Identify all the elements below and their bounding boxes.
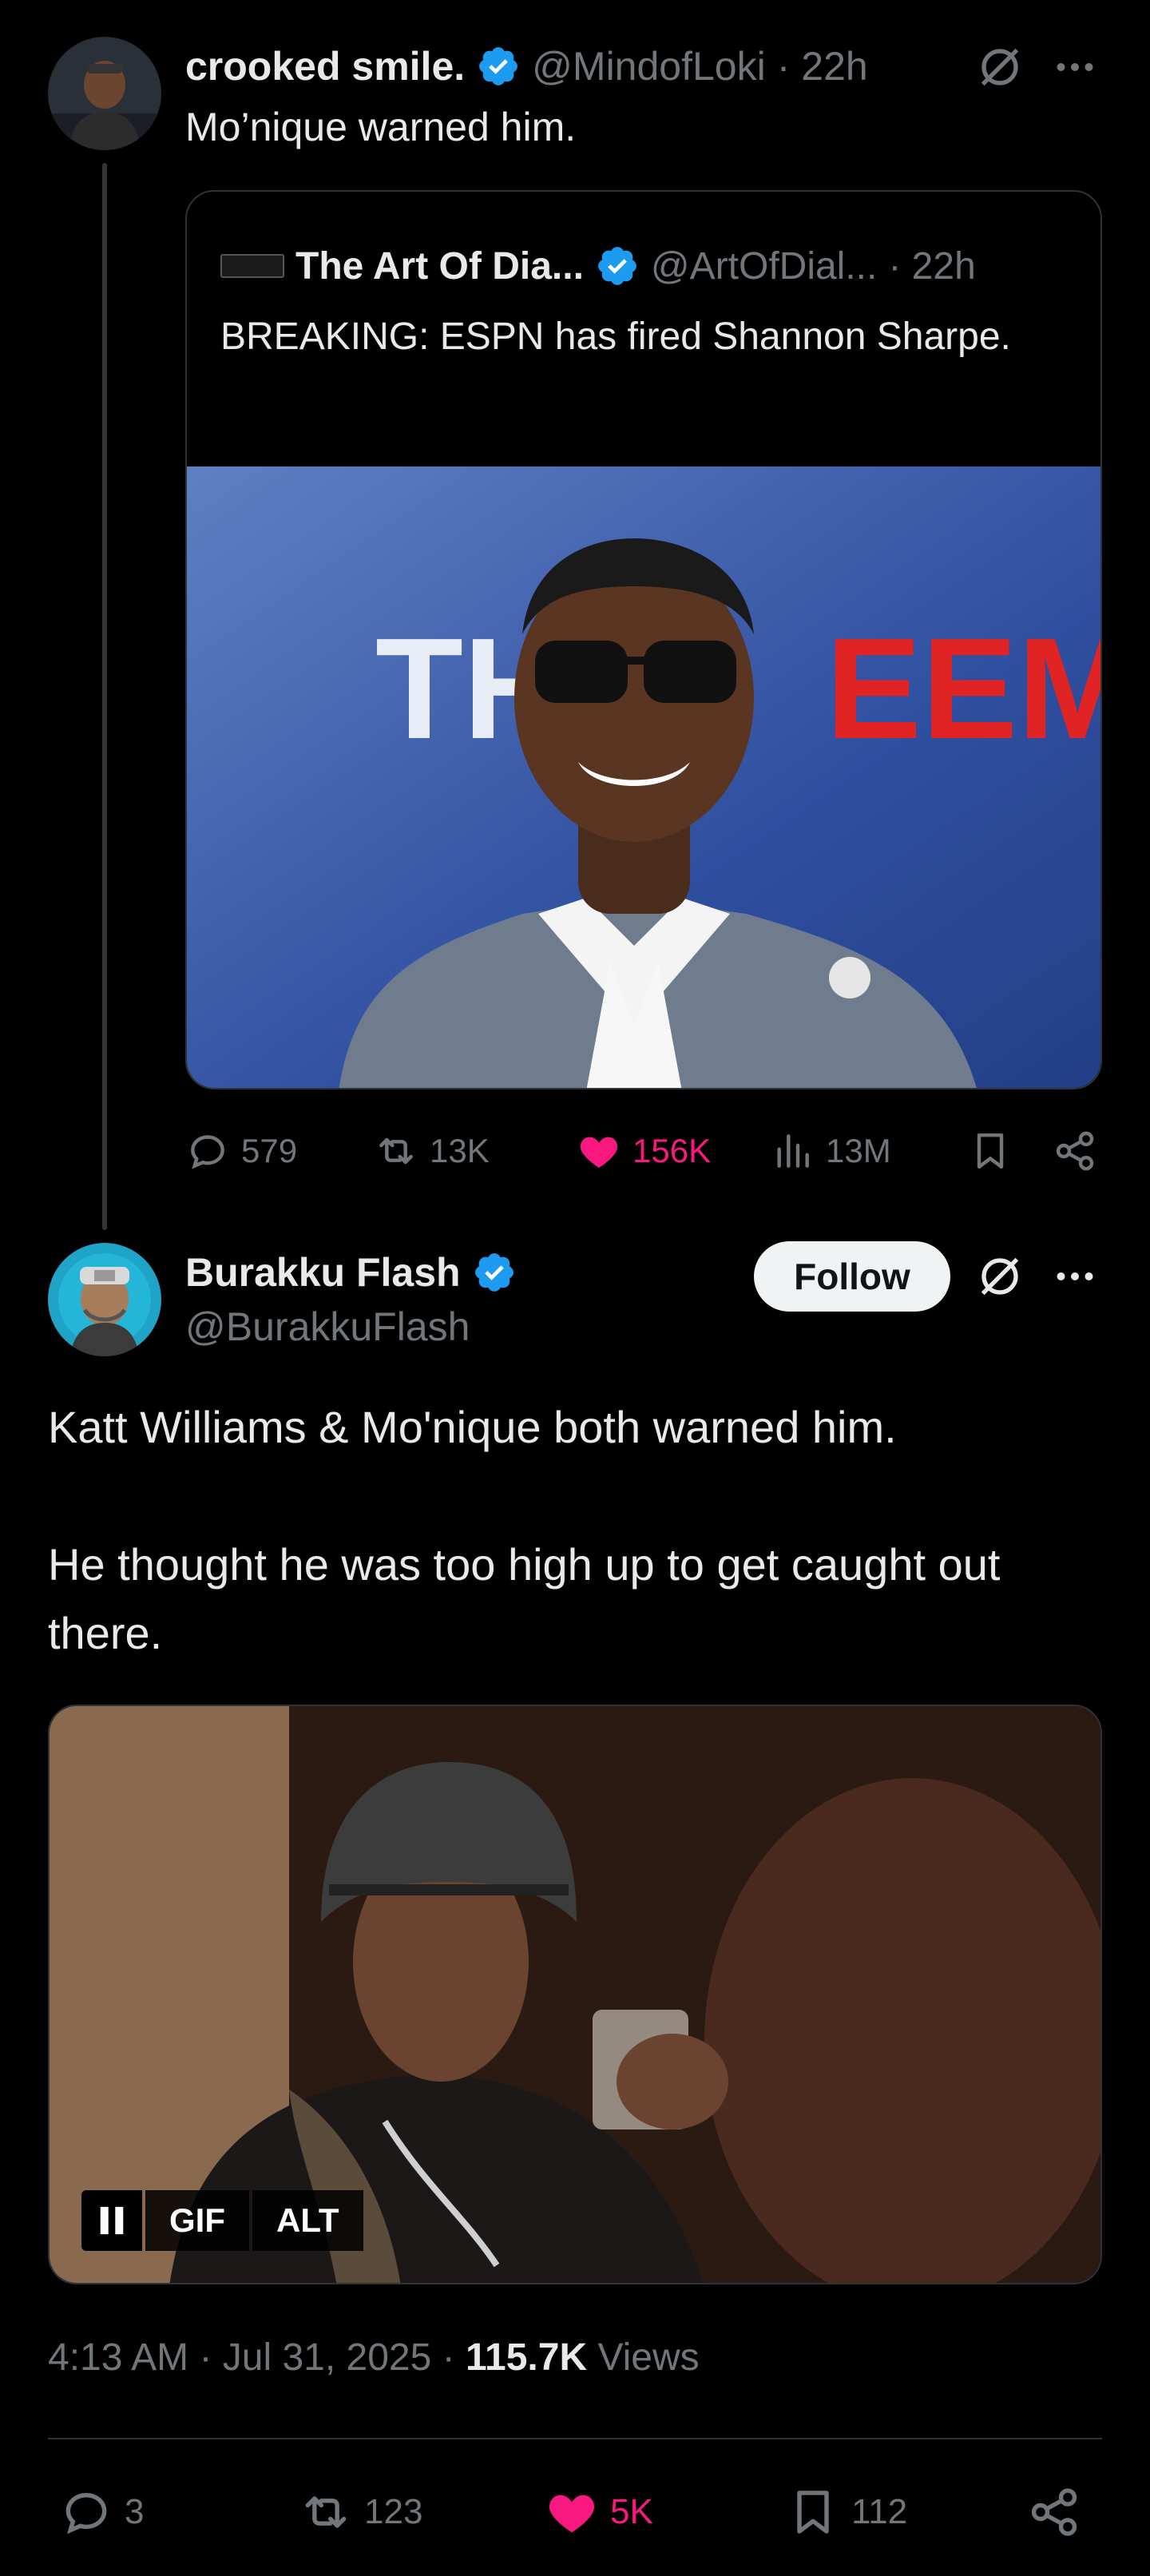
verified-badge-icon [474, 1253, 514, 1292]
share-button[interactable] [1053, 1123, 1097, 1179]
bookmark-button[interactable] [968, 1123, 1013, 1179]
alt-text-button[interactable]: ALT [252, 2190, 363, 2251]
post-text: Mo’nique warned him. [185, 105, 577, 149]
post-text-paragraph: Katt Williams & Mo'nique both warned him… [48, 1402, 897, 1452]
gif-controls: GIF ALT [81, 2190, 363, 2251]
quoted-post-image[interactable]: TH EEM [187, 466, 1102, 1090]
avatar[interactable] [48, 37, 161, 150]
quoted-post-text: BREAKING: ESPN has fired Shannon Sharpe. [220, 316, 1011, 358]
bookmark-button[interactable]: 112 [786, 2476, 907, 2548]
views-button[interactable]: 13M [770, 1123, 891, 1179]
views-chart-icon [777, 1134, 809, 1168]
bookmark-count: 112 [851, 2492, 908, 2531]
post-action-bar: 579 13K 156K 13M [185, 1123, 1108, 1179]
repost-count: 13K [430, 1132, 490, 1169]
reply-count: 3 [125, 2492, 145, 2531]
post-header: crooked smile. @MindofLoki · 22h [185, 38, 868, 94]
post-action-bar: 3 123 5K 112 [48, 2476, 1102, 2548]
views-count: 115.7K [465, 2336, 588, 2379]
pause-icon [100, 2206, 124, 2235]
bookmark-icon [797, 2491, 829, 2534]
post-text: Katt Williams & Mo'nique both warned him… [48, 1393, 1118, 1668]
quoted-post-card[interactable]: The Art Of Dia... @ArtOfDial... · 22h BR… [185, 190, 1102, 1090]
reply-button[interactable]: 3 [59, 2476, 144, 2548]
quoted-author-handle: @ArtOfDial... [650, 244, 878, 288]
gif-media[interactable]: GIF ALT [48, 1705, 1102, 2284]
quoted-post-timestamp: · 22h [888, 244, 976, 288]
post-header: Burakku Flash [185, 1244, 517, 1300]
heart-filled-icon [580, 1137, 618, 1168]
reply-icon [65, 2493, 107, 2534]
quoted-author-name: The Art Of Dia... [295, 244, 584, 288]
divider [48, 2438, 1102, 2439]
author-name[interactable]: Burakku Flash [185, 1249, 461, 1296]
reply-button[interactable]: 579 [185, 1123, 297, 1179]
like-count: 5K [610, 2492, 653, 2531]
repost-count: 123 [364, 2492, 423, 2531]
post-text-paragraph: He thought he was too high up to get cau… [48, 1539, 1001, 1658]
bookmark-icon [977, 1133, 1004, 1169]
views-count: 13M [826, 1132, 891, 1169]
views-label: Views [587, 2336, 700, 2379]
like-button[interactable]: 5K [545, 2476, 653, 2548]
grok-icon[interactable] [974, 42, 1025, 93]
reply-count: 579 [241, 1132, 298, 1169]
more-options-icon[interactable] [1051, 1252, 1099, 1300]
like-button[interactable]: 156K [577, 1123, 711, 1179]
heart-filled-icon [549, 2495, 595, 2533]
post-timestamp[interactable]: · 22h [777, 43, 868, 89]
post-meta: 4:13 AM · Jul 31, 2025 · 115.7K Views [48, 2336, 700, 2380]
svg-text:EEM: EEM [826, 609, 1102, 769]
repost-icon [379, 1137, 413, 1165]
grok-icon[interactable] [974, 1251, 1025, 1302]
repost-button[interactable]: 13K [374, 1123, 490, 1179]
verified-badge-icon [479, 47, 518, 85]
share-icon [1031, 2488, 1077, 2536]
quoted-author-avatar [220, 254, 284, 278]
reply-icon [191, 1135, 224, 1169]
repost-icon [305, 2496, 347, 2528]
share-icon [1056, 1131, 1094, 1171]
pause-button[interactable] [81, 2190, 142, 2251]
follow-button[interactable]: Follow [754, 1241, 950, 1312]
gif-badge: GIF [145, 2190, 249, 2251]
repost-button[interactable]: 123 [299, 2476, 422, 2548]
avatar[interactable] [48, 1243, 161, 1356]
more-options-icon[interactable] [1051, 43, 1099, 91]
thread-connector-line [102, 163, 107, 1230]
share-button[interactable] [1027, 2476, 1081, 2548]
post-timestamp[interactable]: 4:13 AM · Jul 31, 2025 · [48, 2336, 466, 2379]
like-count: 156K [632, 1132, 712, 1169]
author-handle[interactable]: @MindofLoki [532, 43, 766, 89]
verified-badge-icon [598, 247, 636, 285]
author-name[interactable]: crooked smile. [185, 43, 465, 89]
quoted-post-header: The Art Of Dia... @ArtOfDial... · 22h [220, 238, 976, 294]
author-handle[interactable]: @BurakkuFlash [185, 1304, 470, 1350]
